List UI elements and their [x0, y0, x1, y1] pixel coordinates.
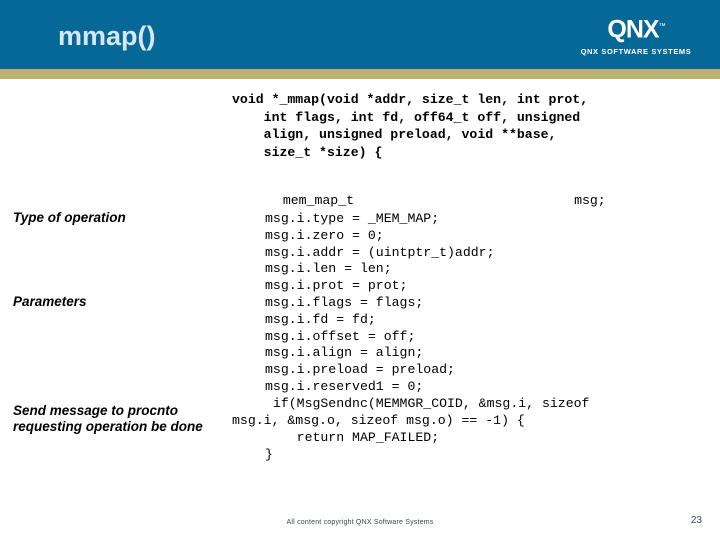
qnx-logo-tagline: QNX SOFTWARE SYSTEMS	[580, 47, 692, 57]
code-variable-declaration: mem_map_t msg;	[267, 174, 606, 209]
code-declaration-type: mem_map_t	[282, 192, 355, 208]
code-declaration-name: msg;	[574, 192, 606, 208]
page-number: 23	[690, 515, 702, 526]
annotation-parameters: Parameters	[13, 294, 87, 309]
code-return-and-closing-brace: return MAP_FAILED; }	[265, 430, 440, 462]
qnx-logo-wordmark: QNX	[607, 15, 659, 44]
footer-copyright-text: All content copyright QNX Software Syste…	[286, 519, 434, 526]
header-accent-stripe	[0, 69, 720, 79]
code-body-statements: msg.i.type = _MEM_MAP; msg.i.zero = 0; m…	[265, 211, 590, 411]
code-function-signature: void *_mmap(void *addr, size_t len, int …	[232, 92, 589, 160]
annotation-send-message: Send message to procnto requesting opera…	[13, 403, 203, 434]
page-title: mmap()	[58, 21, 156, 51]
annotation-type-of-operation: Type of operation	[13, 210, 126, 225]
qnx-logo: QNX™ QNX SOFTWARE SYSTEMS	[570, 14, 702, 57]
trademark-icon: ™	[658, 23, 666, 30]
code-wrapped-continuation-line: msg.i, &msg.o, sizeof msg.o) == -1) {	[232, 413, 525, 428]
qnx-logo-mark: QNX™	[570, 14, 702, 42]
